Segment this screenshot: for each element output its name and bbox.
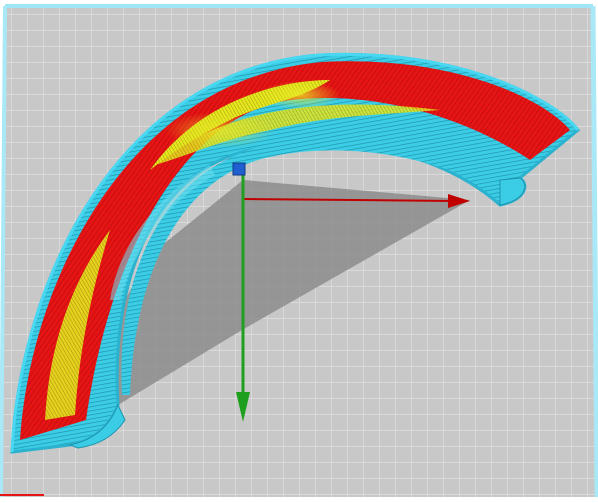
layer-view-canvas[interactable] bbox=[0, 0, 598, 503]
axis-origin-cube-icon bbox=[232, 162, 246, 176]
slicer-3d-viewport[interactable] bbox=[0, 0, 598, 503]
